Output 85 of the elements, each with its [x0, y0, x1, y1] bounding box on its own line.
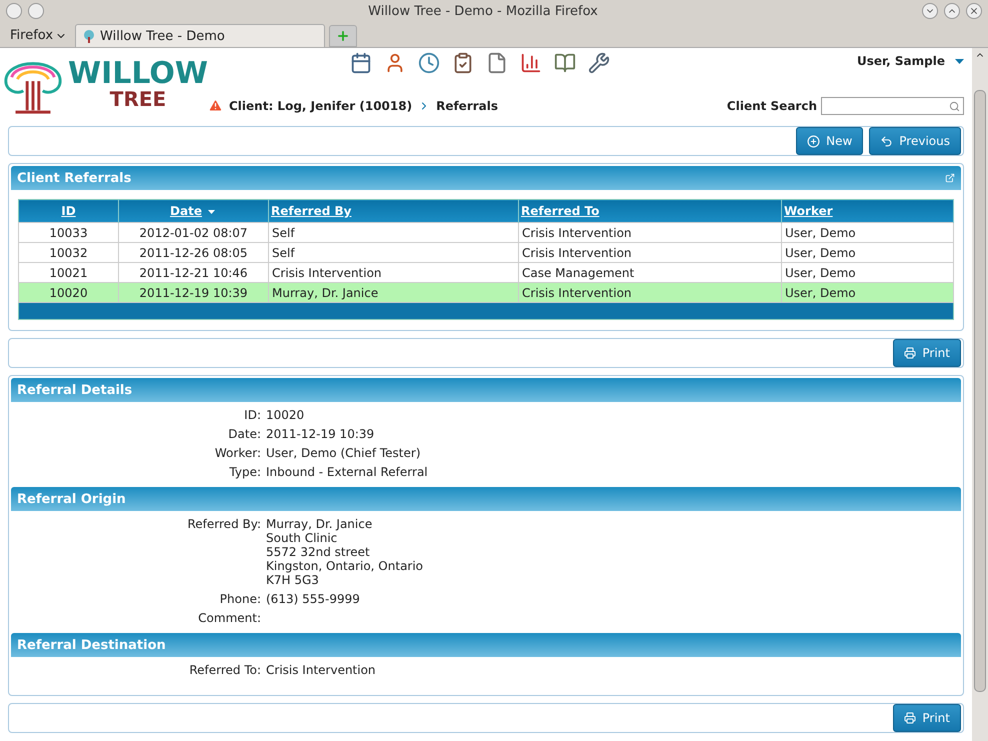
logo-text: WILLOW — [68, 58, 208, 88]
warning-icon — [208, 98, 223, 113]
table-cell: Crisis Intervention — [518, 222, 782, 242]
field-value: Murray, Dr. Janice — [266, 517, 374, 531]
bar-chart-icon[interactable] — [520, 52, 542, 74]
field-value: Crisis Intervention — [266, 663, 377, 677]
plus-icon — [807, 134, 820, 148]
table-cell: 2011-12-26 08:05 — [118, 242, 268, 262]
field-label: Phone: — [218, 592, 261, 606]
table-cell: Self — [268, 222, 518, 242]
table-cell: 10021 — [18, 262, 118, 282]
field-label: Comment: — [197, 611, 261, 625]
field-value: South Clinic — [266, 531, 338, 545]
window-title: Willow Tree - Demo - Mozilla Firefox — [367, 4, 599, 18]
table-cell: Crisis Intervention — [268, 262, 518, 282]
logo-text: TREE — [110, 88, 166, 108]
plus-icon — [336, 29, 350, 43]
clock-icon[interactable] — [418, 52, 440, 74]
field-value: K7H 5G3 — [266, 573, 320, 587]
user-menu[interactable]: User, Sample — [856, 54, 964, 68]
table-cell: User, Demo — [782, 242, 954, 262]
table-cell: 2011-12-19 10:39 — [118, 282, 268, 302]
column-header[interactable]: Worker — [782, 200, 954, 222]
minimize-button[interactable] — [922, 3, 938, 19]
section-title: Referral Origin — [17, 492, 126, 506]
table-cell: Crisis Intervention — [518, 242, 782, 262]
table-cell: 2012-01-02 08:07 — [118, 222, 268, 242]
field-value: (613) 555-9999 — [266, 592, 361, 606]
field-value: 5572 32nd street — [266, 545, 371, 559]
breadcrumb-page: Referrals — [436, 98, 498, 112]
table-cell: 10033 — [18, 222, 118, 242]
field-label: ID: — [243, 408, 261, 422]
search-icon — [949, 100, 960, 112]
table-cell: User, Demo — [782, 222, 954, 242]
table-cell: Crisis Intervention — [518, 282, 782, 302]
field-value: Inbound - External Referral — [266, 465, 429, 479]
field-label: Referred By: — [186, 517, 261, 533]
client-search-field[interactable] — [821, 97, 964, 115]
tree-icon — [82, 29, 96, 43]
field-label: Worker: — [214, 446, 261, 460]
print-button[interactable]: Print — [893, 704, 961, 732]
section-title: Referral Details — [17, 382, 132, 398]
browser-tab[interactable]: Willow Tree - Demo — [75, 24, 326, 47]
popout-icon[interactable] — [945, 173, 955, 183]
document-icon[interactable] — [486, 52, 508, 74]
column-header[interactable]: ID — [18, 200, 118, 222]
field-label: Date: — [227, 427, 261, 441]
table-cell: Murray, Dr. Janice — [268, 282, 518, 302]
new-button[interactable]: New — [796, 127, 864, 155]
wrench-icon[interactable] — [588, 52, 610, 74]
book-icon[interactable] — [554, 52, 576, 74]
back-arrow-icon — [880, 134, 894, 148]
field-value: 2011-12-19 10:39 — [266, 427, 376, 441]
previous-button[interactable]: Previous — [869, 127, 961, 155]
table-cell: 10032 — [18, 242, 118, 262]
scrollbar-thumb[interactable] — [974, 90, 986, 692]
section-title: Referral Destination — [17, 638, 166, 652]
table-cell: Case Management — [518, 262, 782, 282]
caret-icon — [955, 58, 964, 64]
field-value: User, Demo (Chief Tester) — [266, 446, 422, 460]
printer-icon — [904, 347, 916, 359]
client-link[interactable]: Client: Log, Jenifer (10018) — [229, 98, 412, 112]
table-cell: 2011-12-21 10:46 — [118, 262, 268, 282]
panel-title: Client Referrals — [17, 170, 132, 186]
table-cell: User, Demo — [782, 262, 954, 282]
field-label: Type: — [228, 465, 261, 479]
printer-icon — [904, 712, 916, 724]
field-value: Kingston, Ontario, Ontario — [266, 559, 424, 573]
close-icon — [969, 6, 979, 16]
table-cell: 10020 — [18, 282, 118, 302]
calendar-icon[interactable] — [350, 52, 372, 74]
firefox-menu[interactable]: Firefox — [6, 28, 72, 47]
column-header[interactable]: Date — [118, 200, 268, 222]
table-cell: User, Demo — [782, 282, 954, 302]
column-header[interactable]: Referred To — [518, 200, 782, 222]
maximize-button[interactable] — [944, 3, 960, 19]
column-header[interactable]: Referred By — [268, 200, 518, 222]
field-label: Referred To: — [188, 663, 261, 677]
close-button[interactable] — [966, 3, 982, 19]
table-cell: Self — [268, 242, 518, 262]
search-label: Client Search — [726, 99, 817, 113]
field-value: 10020 — [266, 408, 306, 422]
sort-caret-icon — [206, 210, 217, 215]
clipboard-icon[interactable] — [452, 52, 474, 74]
print-button[interactable]: Print — [893, 339, 961, 367]
